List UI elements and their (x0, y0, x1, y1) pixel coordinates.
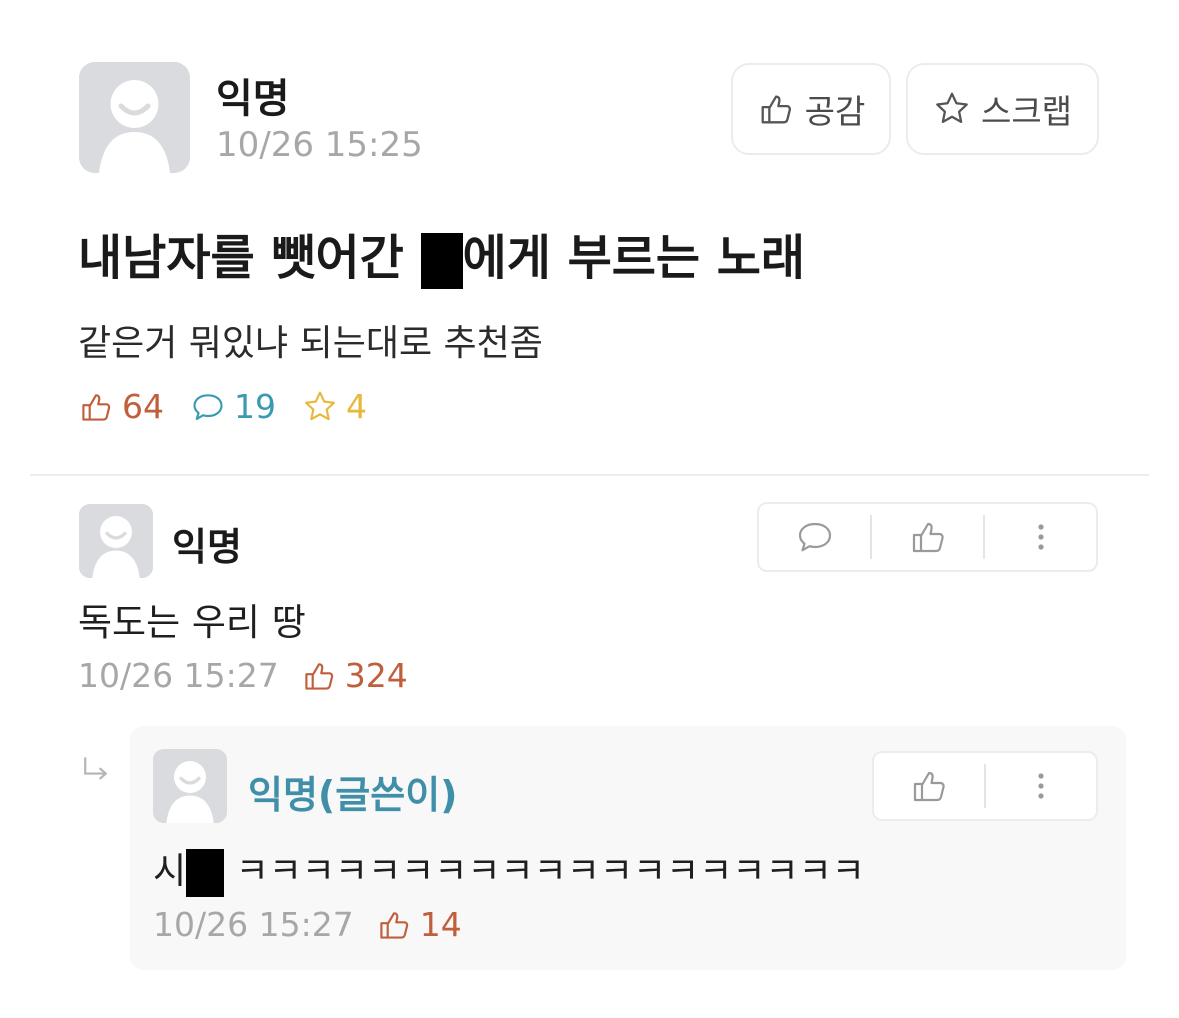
post-comment-count-value: 19 (234, 387, 276, 426)
comment-icon (193, 393, 223, 420)
reply-text: 시 ㅋㅋㅋㅋㅋㅋㅋㅋㅋㅋㅋㅋㅋㅋㅋㅋㅋㅋㅋ (153, 842, 865, 897)
post-timestamp: 10/26 15:25 (216, 125, 423, 165)
reply-action-bar (872, 751, 1098, 821)
star-icon (936, 92, 968, 123)
scrap-button-label: 스크랩 (980, 92, 1073, 131)
thumbs-up-icon (913, 771, 945, 802)
post-author-name[interactable]: 익명 (216, 66, 290, 124)
thumbs-up-icon (82, 393, 111, 421)
post-author-avatar (79, 62, 190, 173)
redacted-block (420, 233, 463, 289)
post-comment-count: 19 (190, 387, 276, 426)
post-stats: 64 19 4 (78, 387, 367, 426)
comment-more-button[interactable] (985, 504, 1096, 570)
post-title: 내남자를 뺏어간 에게 부르는 노래 (78, 218, 805, 289)
reply-author-name[interactable]: 익명(글쓴이) (248, 764, 458, 819)
like-button-label: 공감 (804, 92, 866, 131)
reply-more-button[interactable] (986, 753, 1096, 819)
comment-author-name[interactable]: 익명 (172, 516, 242, 571)
more-icon (1038, 773, 1044, 799)
more-icon (1037, 524, 1044, 550)
like-button[interactable]: 공감 (731, 63, 891, 155)
reply-meta: 10/26 15:27 14 (153, 905, 462, 944)
comment-author-avatar (79, 504, 153, 578)
avatar-icon (153, 749, 227, 823)
post-like-count-value: 64 (122, 387, 164, 426)
thumbs-up-icon (380, 911, 408, 939)
comment-timestamp: 10/26 15:27 (78, 656, 279, 695)
post-like-count: 64 (78, 387, 164, 426)
reply-timestamp: 10/26 15:27 (153, 905, 354, 944)
avatar-icon (79, 62, 190, 173)
star-icon (304, 391, 336, 420)
post-title-part-2: 에게 부르는 노래 (462, 230, 806, 286)
comment-icon (798, 522, 831, 552)
redacted-block (186, 849, 225, 897)
thumbs-up-icon (761, 95, 791, 124)
comment-like-button[interactable] (872, 504, 983, 570)
section-divider (30, 474, 1149, 476)
reply-author-avatar (153, 749, 227, 823)
scrap-button[interactable]: 스크랩 (906, 63, 1099, 155)
comment-text: 독도는 우리 땅 (78, 601, 306, 644)
thumbs-up-icon (305, 662, 333, 690)
post-body: 같은거 뭐있냐 되는대로 추천좀 (78, 323, 543, 364)
reply-like-count-value: 14 (419, 905, 462, 944)
avatar-icon (79, 504, 153, 578)
reply-like-button[interactable] (874, 753, 984, 819)
reply-text-suffix: ㅋㅋㅋㅋㅋㅋㅋㅋㅋㅋㅋㅋㅋㅋㅋㅋㅋㅋㅋ (224, 851, 865, 892)
comment-meta: 10/26 15:27 324 (78, 656, 408, 695)
comment-like-count-value: 324 (344, 656, 408, 695)
thumbs-up-icon (912, 522, 944, 553)
comment-reply-button[interactable] (759, 504, 870, 570)
post-scrap-count-value: 4 (346, 387, 367, 426)
post-scrap-count: 4 (302, 387, 367, 426)
reply-like-count: 14 (376, 905, 462, 944)
post-title-part-1: 내남자를 뺏어간 (78, 230, 421, 286)
reply-text-prefix: 시 (153, 851, 187, 892)
comment-action-bar (757, 502, 1098, 572)
reply-arrow-icon (84, 757, 107, 780)
comment-like-count: 324 (301, 656, 408, 695)
